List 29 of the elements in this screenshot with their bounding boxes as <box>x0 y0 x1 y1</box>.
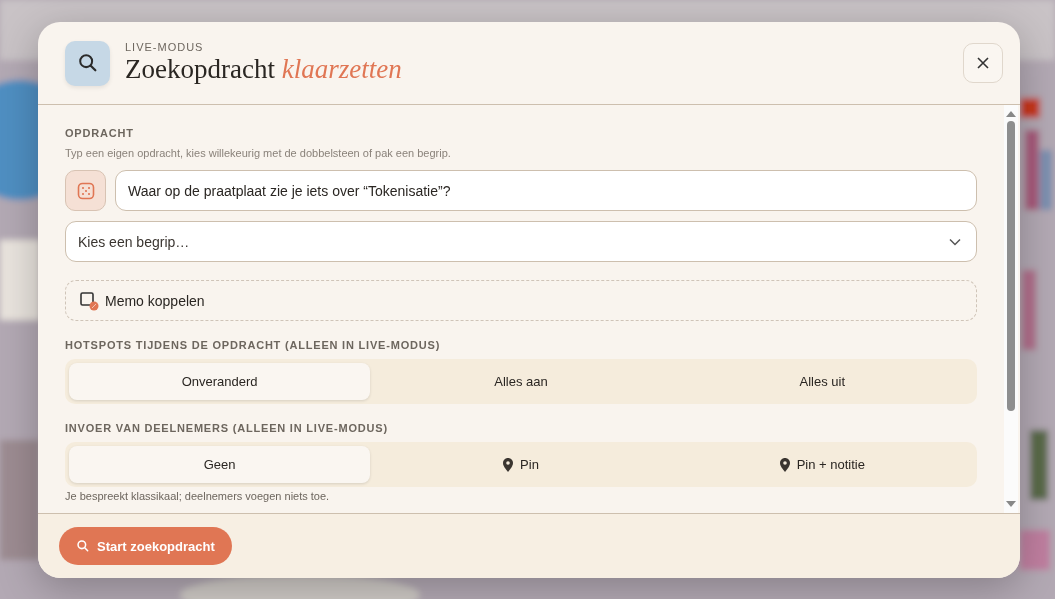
concept-dropdown[interactable]: Kies een begrip… <box>65 221 977 262</box>
scroll-up-icon[interactable] <box>1006 110 1016 118</box>
note-text: Je bespreekt klassikaal; deelnemers voegen niets toe. <box>65 490 331 502</box>
segment-option[interactable]: Alles uit <box>671 363 973 400</box>
hint-text: Typ een eigen opdracht, kies willekeurig met de dobbelsteen of pak een begrip. <box>65 147 452 159</box>
section-heading: HOTSPOTS TIJDENS DE OPDRACHT (ALLEEN IN LIVE-MODUS) <box>65 339 442 351</box>
scrollbar[interactable] <box>1004 105 1018 513</box>
pin-icon <box>503 457 514 472</box>
segment-option[interactable]: Onveranderd <box>69 363 371 400</box>
pin-icon <box>779 457 790 472</box>
segment-option[interactable]: Alles aan <box>370 363 672 400</box>
scroll-down-icon[interactable] <box>1006 500 1016 508</box>
eyebrow-label: LIVE-MODUS <box>125 41 205 54</box>
close-icon <box>976 56 990 70</box>
section-heading: OPDRACHT <box>65 127 135 139</box>
memo-button[interactable]: Memo koppelen <box>65 280 977 321</box>
search-icon <box>76 539 90 553</box>
memo-icon <box>79 290 99 311</box>
chevron-icon <box>949 237 961 246</box>
dice-icon <box>76 181 95 200</box>
section-heading: INVOER VAN DEELNEMERS (ALLEEN IN LIVE-MODUS) <box>65 422 389 434</box>
search-icon <box>65 40 110 86</box>
segment-option[interactable]: Pin + notitie <box>671 446 973 483</box>
close-button[interactable] <box>963 43 1003 83</box>
dialog-title: Zoekopdracht klaarzetten <box>125 55 403 85</box>
segment-option[interactable]: Pin <box>370 446 672 483</box>
segment-option[interactable]: Geen <box>69 446 371 483</box>
dice-button[interactable] <box>65 170 106 211</box>
prompt-field[interactable]: Waar op de praatplaat zie je iets over “Tokenisatie”? <box>115 170 977 211</box>
